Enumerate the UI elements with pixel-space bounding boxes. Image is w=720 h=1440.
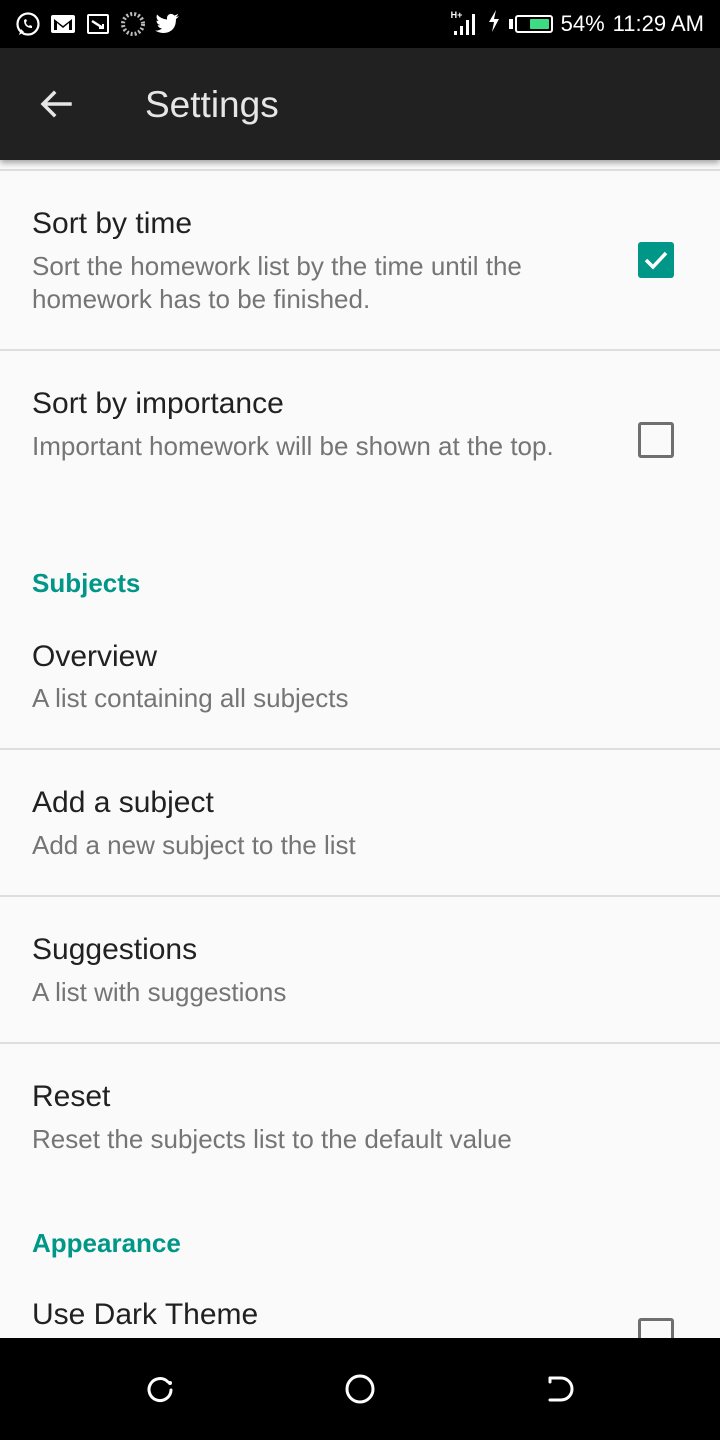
pref-title: Use Dark Theme — [32, 1298, 259, 1331]
app-toolbar: Settings — [0, 48, 720, 160]
recent-apps-button[interactable] — [142, 1371, 178, 1407]
pref-use-dark-theme[interactable]: Use Dark Theme — [0, 1280, 720, 1338]
pref-sort-by-importance[interactable]: Sort by importance Important homework wi… — [0, 351, 720, 519]
check-icon — [644, 251, 668, 270]
charging-icon — [487, 9, 501, 39]
pref-title: Overview — [32, 640, 158, 673]
pref-overview[interactable]: Overview A list containing all subjects — [0, 620, 720, 748]
pref-title: Suggestions — [32, 933, 198, 966]
recent-apps-icon — [147, 1377, 173, 1403]
pref-summary: Important homework will be shown at the … — [32, 431, 554, 461]
home-button[interactable] — [342, 1371, 378, 1407]
pref-add-subject[interactable]: Add a subject Add a new subject to the l… — [0, 750, 720, 895]
pref-title: Sort by importance — [32, 387, 284, 420]
pref-title: Reset — [32, 1080, 111, 1113]
checkbox-sort-by-importance[interactable] — [638, 422, 674, 458]
pref-summary: Reset the subjects list to the default v… — [32, 1124, 512, 1154]
signal-icon: H+ — [451, 10, 479, 38]
notification-icons — [14, 10, 181, 37]
gmail-icon — [49, 10, 76, 37]
battery-icon — [508, 15, 553, 33]
status-bar: H+ 54% 11:29 AM — [0, 0, 720, 48]
pref-summary: Sort the homework list by the time until… — [32, 251, 522, 314]
loading-icon — [119, 10, 146, 37]
arrow-left-icon — [40, 90, 72, 118]
pref-title: Add a subject — [32, 786, 214, 819]
cast-icon — [84, 10, 111, 37]
twitter-icon — [154, 10, 181, 37]
system-status: H+ 54% 11:29 AM — [451, 0, 704, 48]
back-button[interactable] — [542, 1371, 578, 1407]
back-icon — [548, 1376, 574, 1402]
settings-list[interactable]: Sort by time Sort the homework list by t… — [0, 160, 720, 1338]
system-navigation-bar — [0, 1338, 720, 1440]
clock: 11:29 AM — [612, 11, 704, 36]
pref-summary: A list with suggestions — [32, 977, 287, 1007]
category-appearance: Appearance — [32, 1228, 181, 1258]
pref-summary: A list containing all subjects — [32, 683, 349, 713]
pref-suggestions[interactable]: Suggestions A list with suggestions — [0, 897, 720, 1042]
pref-reset[interactable]: Reset Reset the subjects list to the def… — [0, 1044, 720, 1184]
checkbox-sort-by-time[interactable] — [638, 242, 674, 278]
pref-summary: Add a new subject to the list — [32, 830, 356, 860]
checkbox-use-dark-theme[interactable] — [638, 1318, 674, 1338]
navigate-up-button[interactable] — [28, 76, 84, 132]
category-subjects: Subjects — [32, 568, 141, 598]
whatsapp-icon — [14, 10, 41, 37]
page-title: Settings — [145, 84, 279, 125]
pref-title: Sort by time — [32, 207, 193, 240]
home-icon — [345, 1374, 375, 1404]
battery-level — [530, 19, 549, 29]
battery-percent: 54% — [560, 11, 605, 36]
pref-sort-by-time[interactable]: Sort by time Sort the homework list by t… — [0, 171, 720, 349]
